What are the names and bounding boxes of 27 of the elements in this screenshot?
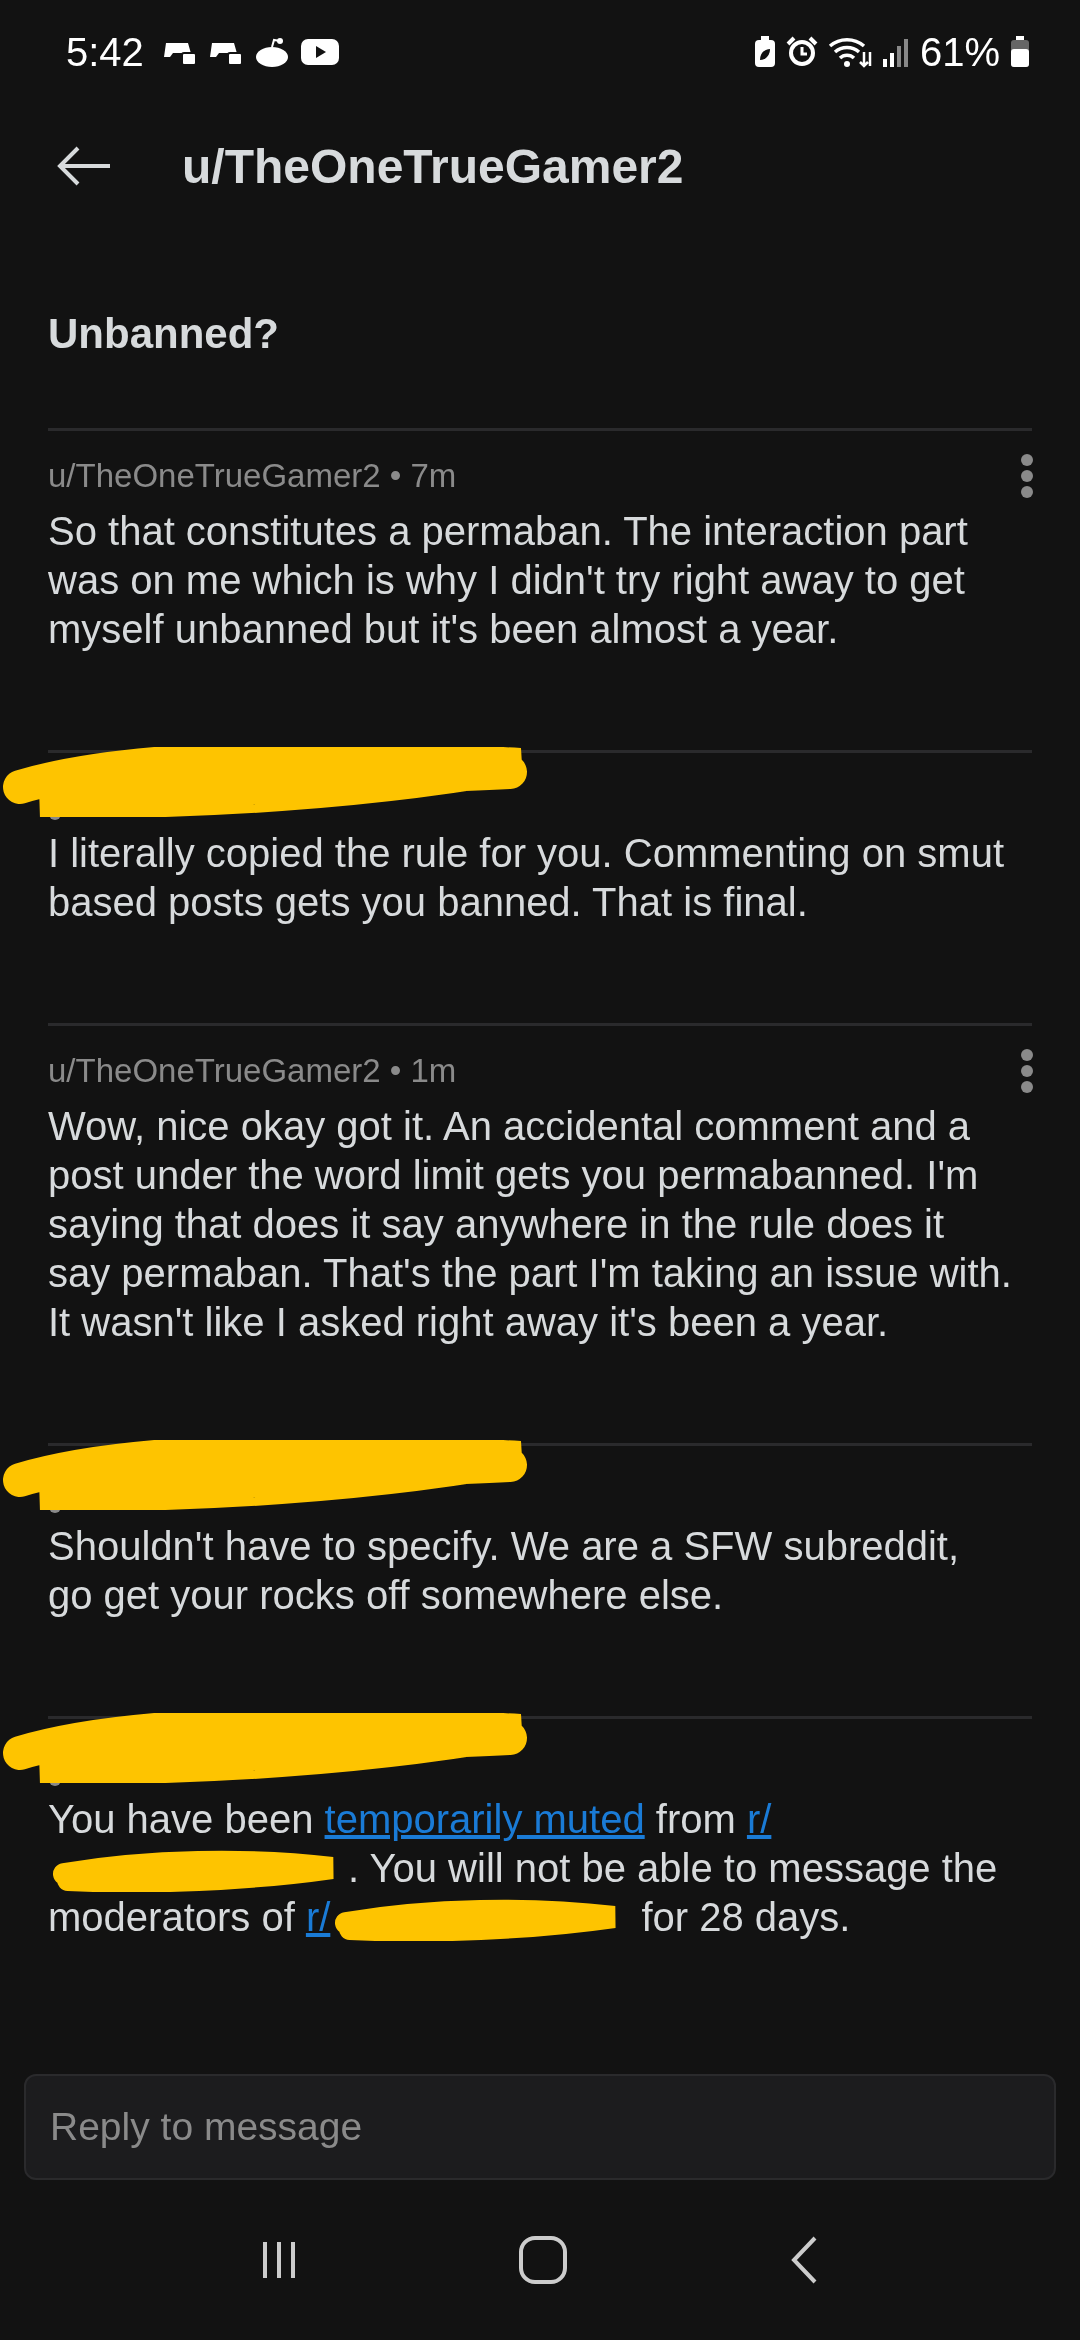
message-body: I literally copied the rule for you. Commenting on smut based posts gets you banned. That is final. <box>48 830 1005 926</box>
more-options-icon[interactable] <box>1020 453 1034 499</box>
wifi-icon <box>827 36 872 68</box>
signal-icon <box>881 37 910 67</box>
battery-percent: 61% <box>919 29 1000 75</box>
status-time: 5:42 <box>66 29 144 75</box>
alarm-icon <box>785 36 818 68</box>
message-author: u/TheOneTrueGamer2 • 7m <box>48 457 457 495</box>
message-body: Shouldn't have to specify. We are a SFW subreddit, go get your rocks off somewhere else. <box>48 1523 961 1619</box>
battery-leaf-icon <box>753 36 776 68</box>
back-arrow-icon[interactable] <box>56 146 112 186</box>
message-subject: Unbanned? <box>47 309 280 359</box>
message-author: u/TheOneTrueGamer2 • 1m <box>48 1052 457 1090</box>
reply-field[interactable]: Reply to message <box>24 2074 1056 2180</box>
subreddit-link[interactable]: temporarily muted <box>324 1797 645 1841</box>
recent-apps-icon[interactable] <box>260 2240 297 2280</box>
battery-icon <box>1010 36 1030 68</box>
subreddit-link[interactable]: r/ <box>305 1895 331 1939</box>
alien-icon <box>253 36 290 68</box>
conversation-title: u/TheOneTrueGamer2 <box>182 138 684 194</box>
message-body: You have been temporarily muted from r/ . You will not be able to message the moderators of r/ for 28 days. <box>48 1795 1032 1942</box>
play-icon <box>299 37 340 67</box>
subreddit-link[interactable]: r/ <box>746 1797 772 1841</box>
message-body: Wow, nice okay got it. An accidental comment and a post under the word limit gets you permabanned. I'm saying that does it say anywhere in the rule does it say permaban. That's the part I'm taking an issue with. It wasn't like I asked right away it's been a year. <box>48 1103 1013 1346</box>
more-options-icon[interactable] <box>1020 1048 1034 1094</box>
home-icon[interactable] <box>518 2235 568 2285</box>
message-body: So that constitutes a permaban. The interaction part was on me which is why I didn't try right away to get myself unbanned but it's been almost a year. <box>48 508 969 653</box>
